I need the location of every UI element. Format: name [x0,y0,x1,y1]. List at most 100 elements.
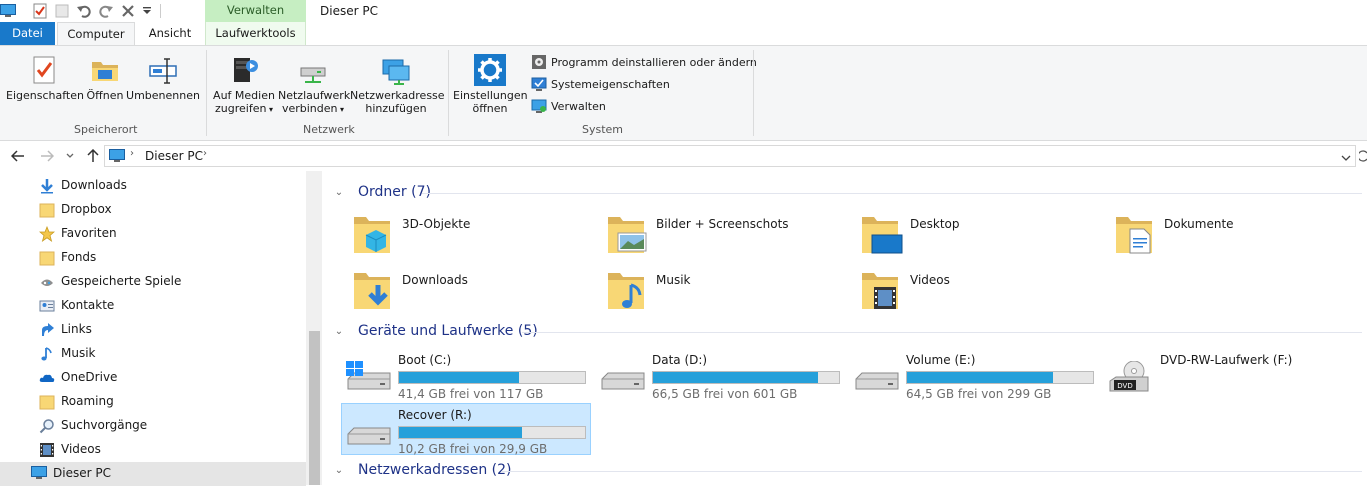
drive-usage-fill [399,372,520,383]
systemeigenschaften-button[interactable]: Systemeigenschaften [531,74,670,94]
refresh-icon[interactable] [1357,149,1367,166]
properties-icon[interactable] [32,3,48,19]
breadcrumb-dieser-pc[interactable]: Dieser PC [145,149,203,163]
hard-drive-icon [346,416,392,450]
3d-objects-folder-icon [352,213,396,257]
netzlaufwerk-verbinden-button[interactable]: Netzlaufwerk verbinden ▾ [278,54,350,116]
sidebar-item-musik[interactable]: Musik [0,342,306,366]
drive-name: DVD-RW-Laufwerk (F:) [1160,353,1293,367]
programm-deinstallieren-button[interactable]: Programm deinstallieren oder ändern [531,52,757,72]
oeffnen-button[interactable]: Öffnen [84,54,126,102]
chevron-down-icon[interactable]: ⌄ [332,465,346,476]
dropdown-arrow-icon: ▾ [337,105,345,114]
hard-drive-icon [854,361,900,395]
sidebar-item-label: Dropbox [61,202,112,216]
group-header-netzwerkadressen[interactable]: ⌄ Netzwerkadressen (2) [332,462,512,478]
group-divider [422,193,1362,194]
tab-computer[interactable]: Computer [57,22,135,46]
sidebar-item-label: Favoriten [61,226,117,240]
ribbon-tabs: Datei Computer Ansicht Laufwerktools [0,22,1367,46]
folder-item-videos[interactable]: Videos [860,269,1110,321]
folder-item-desktop[interactable]: Desktop [860,213,1110,265]
sidebar-item-videos[interactable]: Videos [0,438,306,462]
sidebar-item-fonds[interactable]: Fonds [0,246,306,270]
sidebar-item-links[interactable]: Links [0,318,306,342]
sidebar-item-label: Roaming [61,394,114,408]
drive-free-space: 66,5 GB frei von 601 GB [652,387,798,401]
context-tab-header: Verwalten [205,0,306,22]
recent-locations-chevron-icon[interactable] [62,146,78,166]
chevron-down-icon[interactable]: ⌄ [332,187,346,198]
drive-item-dvd-rw-f[interactable]: DVD DVD-RW-Laufwerk (F:) [1104,349,1354,401]
up-arrow-icon[interactable] [83,146,103,166]
tab-ansicht[interactable]: Ansicht [137,22,203,46]
tab-datei[interactable]: Datei [0,22,55,46]
network-location-icon [380,54,412,86]
navigation-pane: Downloads Dropbox Favoriten Fonds Gespei… [0,171,322,486]
auf-medien-zugreifen-button[interactable]: Auf Medien zugreifen ▾ [212,54,276,116]
computer-icon [0,3,16,19]
back-arrow-icon[interactable] [8,146,28,166]
folder-name: Bilder + Screenschots [656,217,789,231]
drive-item-recover-r[interactable]: Recover (R:) 10,2 GB frei von 29,9 GB [341,403,591,456]
sidebar-item-favoriten[interactable]: Favoriten [0,222,306,246]
eigenschaften-button[interactable]: Eigenschaften [6,54,84,102]
umbenennen-button[interactable]: Umbenennen [126,54,200,102]
sidebar-scrollbar-thumb[interactable] [309,331,320,485]
sidebar-item-suchvorgaenge[interactable]: Suchvorgänge [0,414,306,438]
verwalten-button[interactable]: Verwalten [531,96,606,116]
sidebar-item-label: Kontakte [61,298,115,312]
folder-item-dokumente[interactable]: Dokumente [1114,213,1364,265]
folder-icon [39,202,55,218]
sidebar-item-dieser-pc[interactable]: Dieser PC [0,462,306,486]
delete-icon[interactable] [120,3,136,19]
folder-item-3d-objekte[interactable]: 3D-Objekte [352,213,602,265]
map-network-drive-icon [297,54,329,86]
drive-item-data-d[interactable]: Data (D:) 66,5 GB frei von 601 GB [596,349,846,401]
sidebar-item-label: Gespeicherte Spiele [61,274,182,288]
drive-name: Data (D:) [652,353,708,367]
systemeigenschaften-label: Systemeigenschaften [551,77,670,91]
drive-free-space: 64,5 GB frei von 299 GB [906,387,1052,401]
sidebar-item-label: Musik [61,346,96,360]
drive-item-boot-c[interactable]: Boot (C:) 41,4 GB frei von 117 GB [342,349,592,401]
new-folder-icon[interactable] [54,3,70,19]
folder-item-musik[interactable]: Musik [606,269,856,321]
ribbon: Eigenschaften Öffnen Umbenennen Speicher… [0,45,1367,141]
address-dropdown-icon[interactable] [1341,151,1351,165]
sidebar-item-downloads[interactable]: Downloads [0,174,306,198]
tab-laufwerktools[interactable]: Laufwerktools [205,22,306,46]
sidebar-item-onedrive[interactable]: OneDrive [0,366,306,390]
folder-item-bilder[interactable]: Bilder + Screenschots [606,213,856,265]
system-properties-icon [531,76,547,92]
rename-icon [147,54,179,86]
folder-name: 3D-Objekte [402,217,471,231]
breadcrumb-chevron-icon[interactable]: › [203,148,207,159]
group-header-ordner[interactable]: ⌄ Ordner (7) [332,184,431,200]
sidebar-item-kontakte[interactable]: Kontakte [0,294,306,318]
link-arrow-icon [39,322,55,338]
ribbon-separator [448,50,449,136]
group-header-geraete[interactable]: ⌄ Geräte und Laufwerke (5) [332,323,538,339]
drive-item-volume-e[interactable]: Volume (E:) 64,5 GB frei von 299 GB [850,349,1100,401]
properties-icon [28,54,60,86]
drive-name: Recover (R:) [398,408,472,422]
folder-name: Musik [656,273,691,287]
saved-games-icon [39,274,55,290]
address-bar[interactable]: › Dieser PC › [104,145,1356,167]
sidebar-item-roaming[interactable]: Roaming [0,390,306,414]
sidebar-item-dropbox[interactable]: Dropbox [0,198,306,222]
svg-text:DVD: DVD [1117,382,1132,390]
einstellungen-oeffnen-button[interactable]: Einstellungen öffnen [453,54,528,115]
sidebar-item-gespeicherte-spiele[interactable]: Gespeicherte Spiele [0,270,306,294]
chevron-down-icon[interactable]: ⌄ [332,326,346,337]
forward-arrow-icon[interactable] [37,146,57,166]
content-pane: ⌄ Ordner (7) 3D-Objekte Bilder + Screens… [322,171,1367,485]
folder-item-downloads[interactable]: Downloads [352,269,602,321]
sidebar-item-label: OneDrive [61,370,118,384]
netzwerkadresse-hinzufuegen-button[interactable]: Netzwerkadresse hinzufügen [350,54,445,115]
undo-icon[interactable] [76,3,92,19]
breadcrumb-chevron-icon[interactable]: › [130,148,134,159]
redo-icon[interactable] [98,3,114,19]
customize-qat-icon[interactable] [141,3,153,19]
